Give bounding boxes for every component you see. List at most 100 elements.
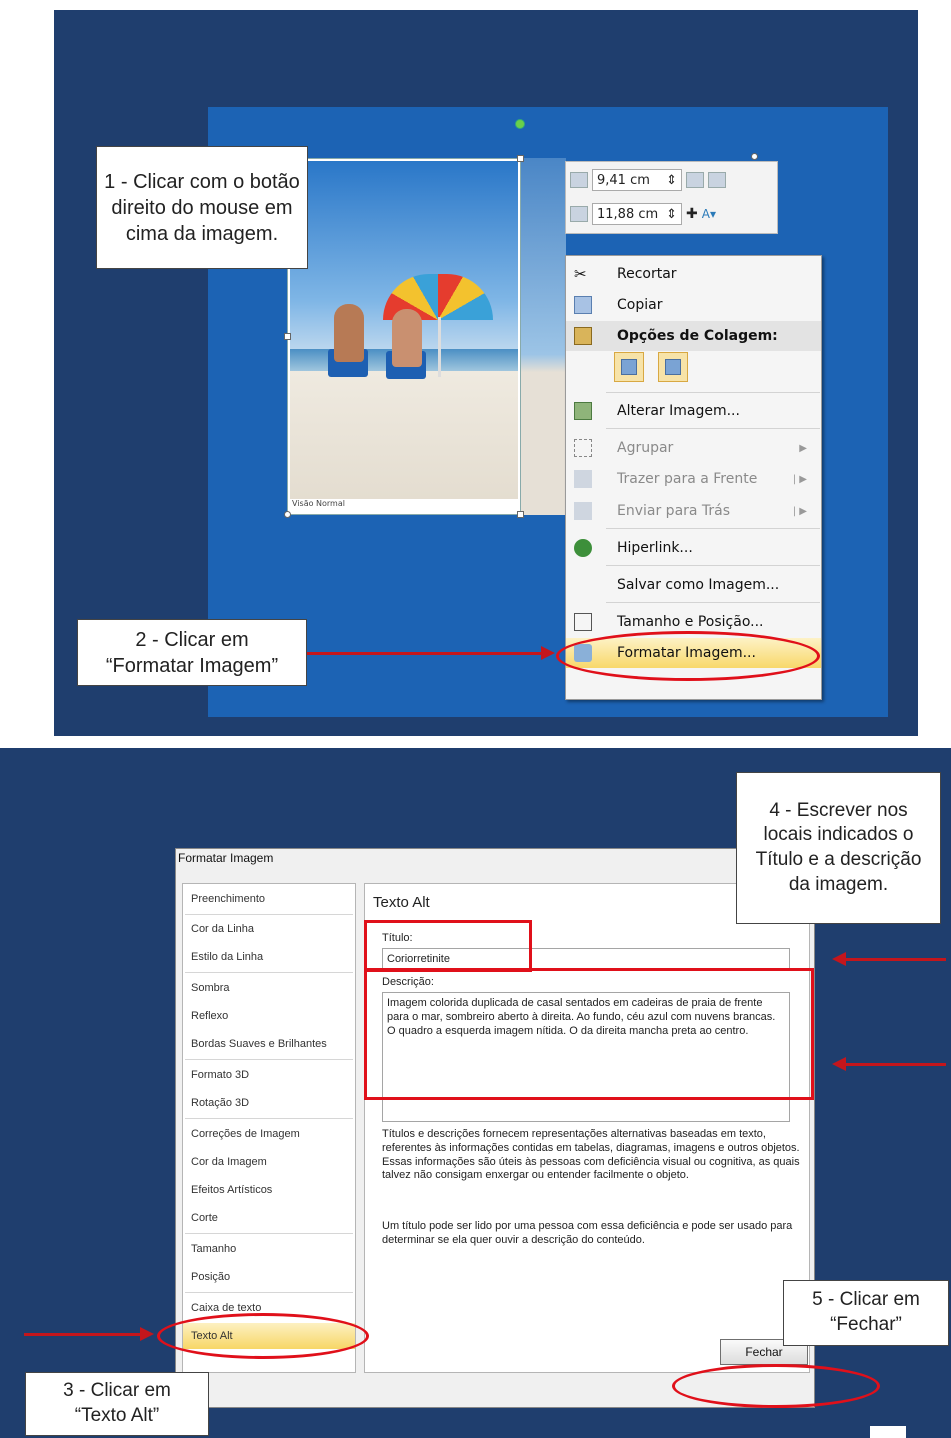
- scissors-icon: ✂: [574, 265, 587, 283]
- arrow-head: [140, 1327, 154, 1341]
- menu-item-hyperlink[interactable]: Hiperlink...: [566, 533, 821, 563]
- nav-separator: [185, 1059, 353, 1060]
- nav-item-line-style[interactable]: Estilo da Linha: [183, 944, 355, 970]
- callout-step-5: 5 - Clicar em “Fechar”: [783, 1280, 949, 1346]
- menu-header-paste-options: Opções de Colagem:: [566, 321, 821, 351]
- resize-handle[interactable]: [284, 333, 291, 340]
- arrow-head: [832, 1057, 846, 1071]
- height-row: 9,41 cm ⇕: [570, 166, 726, 194]
- send-backward-icon: [574, 502, 592, 520]
- callout-step-3: 3 - Clicar em “Texto Alt”: [25, 1372, 209, 1436]
- resize-handle[interactable]: [284, 511, 291, 518]
- menu-item-cut[interactable]: ✂ Recortar: [566, 259, 821, 289]
- arrow-line: [846, 1063, 946, 1066]
- nav-item-shadow[interactable]: Sombra: [183, 975, 355, 1001]
- mini-toolbar: 9,41 cm ⇕ 11,88 cm ⇕ ✚ A▾: [565, 161, 778, 234]
- person-figure: [334, 304, 364, 362]
- person-figure: [392, 309, 422, 367]
- nav-item-3d-rotation[interactable]: Rotação 3D: [183, 1090, 355, 1116]
- paste-icon: [574, 327, 592, 345]
- dialog-title: Formatar Imagem: [178, 851, 274, 865]
- nav-separator: [185, 914, 353, 915]
- arrow-line: [307, 652, 545, 655]
- photo-sand: [290, 371, 518, 499]
- group-icon: [574, 439, 592, 457]
- width-input[interactable]: 11,88 cm ⇕: [592, 203, 682, 225]
- picture-styles-icon[interactable]: A▾: [702, 207, 716, 221]
- help-text-2: Um título pode ser lido por uma pessoa c…: [382, 1220, 793, 1246]
- picture-icon: [621, 359, 637, 375]
- resize-handle[interactable]: [517, 511, 524, 518]
- nav-separator: [185, 1292, 353, 1293]
- content-title: Texto Alt: [373, 894, 430, 911]
- size-position-icon: [574, 613, 592, 631]
- submenu-arrow-icon: | ▶: [792, 473, 807, 485]
- arrow-head: [832, 952, 846, 966]
- spinner-icon[interactable]: ⇕: [666, 207, 677, 222]
- beach-photo-right[interactable]: [521, 158, 566, 515]
- width-row: 11,88 cm ⇕ ✚ A▾: [570, 200, 716, 228]
- bring-forward-icon: [574, 470, 592, 488]
- menu-item-copy[interactable]: Copiar: [566, 290, 821, 320]
- nav-separator: [185, 972, 353, 973]
- nav-item-fill[interactable]: Preenchimento: [183, 886, 355, 912]
- height-input[interactable]: 9,41 cm ⇕: [592, 169, 682, 191]
- menu-item-bring-to-front[interactable]: Trazer para a Frente | ▶: [566, 464, 821, 494]
- nav-separator: [185, 1233, 353, 1234]
- nav-item-line-color[interactable]: Cor da Linha: [183, 916, 355, 942]
- arrow-line: [846, 958, 946, 961]
- description-highlight-box: [364, 968, 814, 1100]
- height-icon: [570, 172, 588, 188]
- nav-separator: [185, 1118, 353, 1119]
- menu-separator: [606, 428, 820, 429]
- crop-icon[interactable]: ✚: [686, 206, 698, 222]
- paste-picture-button[interactable]: [658, 352, 688, 382]
- hyperlink-icon: [574, 539, 592, 557]
- picture-icon: [665, 359, 681, 375]
- nav-item-picture-color[interactable]: Cor da Imagem: [183, 1149, 355, 1175]
- menu-separator: [606, 565, 820, 566]
- menu-separator: [606, 392, 820, 393]
- callout-step-4: 4 - Escrever nos locais indicados o Títu…: [736, 772, 941, 924]
- nav-item-artistic-effects[interactable]: Efeitos Artísticos: [183, 1177, 355, 1203]
- send-backward-icon[interactable]: [708, 172, 726, 188]
- spinner-icon[interactable]: ⇕: [666, 173, 677, 188]
- callout-step-2: 2 - Clicar em “Formatar Imagem”: [77, 619, 307, 686]
- arrow-line: [24, 1333, 144, 1336]
- dialog-nav: Preenchimento Cor da Linha Estilo da Lin…: [182, 883, 356, 1373]
- width-icon: [570, 206, 588, 222]
- arrow-head: [541, 646, 555, 660]
- nav-item-3d-format[interactable]: Formato 3D: [183, 1062, 355, 1088]
- rotation-handle[interactable]: [515, 119, 525, 129]
- photo-caption: Visão Normal: [292, 499, 345, 508]
- help-text-1: Títulos e descrições fornecem representa…: [382, 1128, 800, 1182]
- menu-separator: [606, 528, 820, 529]
- umbrella-pole: [438, 317, 441, 377]
- copy-icon: [574, 296, 592, 314]
- submenu-arrow-icon: ▶: [799, 442, 807, 454]
- nav-item-position[interactable]: Posição: [183, 1264, 355, 1290]
- menu-separator: [606, 602, 820, 603]
- highlight-ellipse: [556, 631, 820, 681]
- menu-item-save-as-picture[interactable]: Salvar como Imagem...: [566, 570, 821, 600]
- menu-item-send-to-back[interactable]: Enviar para Trás | ▶: [566, 496, 821, 526]
- callout-step-1: 1 - Clicar com o botão direito do mouse …: [96, 146, 308, 269]
- beach-photo[interactable]: Visão Normal: [287, 158, 521, 515]
- nav-item-size[interactable]: Tamanho: [183, 1236, 355, 1262]
- submenu-arrow-icon: | ▶: [792, 505, 807, 517]
- bring-forward-icon[interactable]: [686, 172, 704, 188]
- nav-item-crop[interactable]: Corte: [183, 1205, 355, 1231]
- highlight-ellipse: [672, 1364, 880, 1408]
- resize-handle[interactable]: [517, 155, 524, 162]
- paste-keep-formatting-button[interactable]: [614, 352, 644, 382]
- menu-item-group[interactable]: Agrupar ▶: [566, 433, 821, 463]
- highlight-ellipse: [157, 1313, 369, 1359]
- nav-item-picture-corrections[interactable]: Correções de Imagem: [183, 1121, 355, 1147]
- title-highlight-box: [364, 920, 532, 972]
- nav-item-reflection[interactable]: Reflexo: [183, 1003, 355, 1029]
- slide-badge: [870, 1426, 906, 1438]
- resize-handle[interactable]: [751, 153, 758, 160]
- menu-item-change-picture[interactable]: Alterar Imagem...: [566, 396, 821, 426]
- change-picture-icon: [574, 402, 592, 420]
- nav-item-glow-soft-edges[interactable]: Bordas Suaves e Brilhantes: [183, 1031, 355, 1057]
